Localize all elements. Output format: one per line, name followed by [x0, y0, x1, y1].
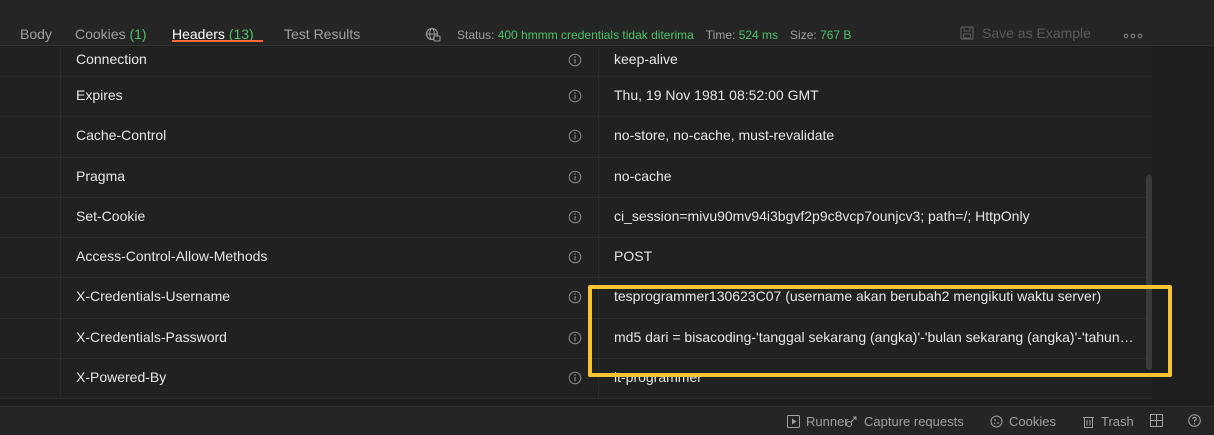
row-gutter — [0, 318, 61, 359]
info-icon[interactable] — [568, 170, 582, 184]
help-button[interactable] — [1188, 414, 1207, 427]
header-value[interactable]: no-cache — [614, 168, 1134, 185]
row-gutter — [0, 157, 61, 197]
postman-response-panel: Body Cookies (1) Headers (13) Test Resul… — [0, 0, 1214, 435]
header-row: X-Credentials-Password md5 dari = bisacod… — [0, 318, 1152, 360]
header-value[interactable]: tesprogrammer130623C07 (username akan be… — [614, 288, 1134, 305]
header-key[interactable]: X-Credentials-Username — [76, 288, 230, 304]
row-gutter — [0, 197, 61, 238]
header-value[interactable]: no-store, no-cache, must-revalidate — [614, 127, 1134, 144]
cookies-button[interactable]: Cookies — [990, 414, 1056, 429]
header-key[interactable]: X-Credentials-Password — [76, 329, 227, 345]
header-key[interactable]: Set-Cookie — [76, 208, 145, 224]
info-icon[interactable] — [568, 129, 582, 143]
column-divider — [598, 197, 599, 238]
row-gutter — [0, 278, 61, 318]
header-key[interactable]: Cache-Control — [76, 127, 166, 143]
more-options-icon[interactable] — [1123, 33, 1143, 39]
tab-test-results[interactable]: Test Results — [284, 26, 360, 42]
column-divider — [598, 157, 599, 197]
info-icon[interactable] — [568, 250, 582, 264]
tab-cookies-label: Cookies — [75, 26, 126, 42]
status-value[interactable]: 400 hmmm credentials tidak diterima — [498, 28, 694, 42]
time-label: Time: — [705, 28, 736, 42]
trash-button[interactable]: Trash — [1082, 414, 1134, 429]
header-value[interactable]: keep-alive — [614, 51, 1134, 68]
info-icon[interactable] — [568, 210, 582, 224]
layout-grid-icon — [1150, 414, 1163, 427]
save-icon — [960, 26, 974, 40]
status-label: Status: — [457, 28, 495, 42]
header-row: Expires Thu, 19 Nov 1981 08:52:00 GMT — [0, 77, 1152, 118]
header-value[interactable]: ci_session=mivu90mv94i3bgvf2p9c8vcp7ounj… — [614, 208, 1134, 225]
response-status-area: Status: 400 hmmm credentials tidak diter… — [425, 27, 851, 43]
trash-icon — [1083, 417, 1094, 428]
header-key[interactable]: Access-Control-Allow-Methods — [76, 248, 267, 264]
cookie-icon — [990, 415, 1003, 428]
info-icon[interactable] — [568, 89, 582, 103]
row-gutter — [0, 359, 61, 399]
header-key[interactable]: Pragma — [76, 168, 125, 184]
help-icon — [1188, 414, 1201, 427]
header-value[interactable]: Thu, 19 Nov 1981 08:52:00 GMT — [614, 87, 1134, 104]
capture-requests-button[interactable]: Capture requests — [845, 414, 964, 429]
column-divider — [598, 47, 599, 76]
column-divider — [598, 278, 599, 318]
tab-cookies-count: (1) — [129, 26, 147, 42]
header-value[interactable]: it-programmer — [614, 369, 1134, 386]
row-gutter — [0, 117, 61, 157]
runner-icon — [787, 415, 800, 428]
layout-toggle-button[interactable] — [1150, 414, 1169, 427]
header-row: Cache-Control no-store, no-cache, must-re… — [0, 117, 1152, 158]
header-key[interactable]: X-Powered-By — [76, 369, 166, 385]
active-tab-indicator — [172, 40, 263, 42]
header-key[interactable]: Connection — [76, 51, 147, 67]
runner-label: Runner — [806, 414, 849, 429]
capture-icon — [846, 416, 857, 427]
tab-body[interactable]: Body — [20, 26, 52, 42]
cookies-label: Cookies — [1009, 414, 1056, 429]
header-row: X-Powered-By it-programmer — [0, 359, 1152, 400]
header-row: Access-Control-Allow-Methods POST — [0, 238, 1152, 279]
info-icon[interactable] — [568, 331, 582, 345]
column-divider — [598, 238, 599, 278]
info-icon[interactable] — [568, 53, 582, 67]
trash-label: Trash — [1101, 414, 1134, 429]
response-tab-bar: Body Cookies (1) Headers (13) Test Resul… — [0, 0, 1214, 46]
header-row: Set-Cookie ci_session=mivu90mv94i3bgvf2p9… — [0, 197, 1152, 239]
save-as-example-button[interactable]: Save as Example — [960, 25, 1091, 41]
header-value[interactable]: POST — [614, 248, 1134, 265]
save-as-example-label: Save as Example — [982, 25, 1091, 41]
runner-button[interactable]: Runner — [787, 414, 849, 429]
bottom-status-bar: Runner Capture requests Cookies Trash — [0, 406, 1214, 435]
capture-requests-label: Capture requests — [864, 414, 964, 429]
column-divider — [598, 77, 599, 117]
time-value[interactable]: 524 ms — [739, 28, 778, 42]
header-row: Pragma no-cache — [0, 157, 1152, 198]
info-icon[interactable] — [568, 371, 582, 385]
tab-cookies[interactable]: Cookies (1) — [75, 26, 147, 42]
row-gutter — [0, 77, 61, 117]
column-divider — [598, 318, 599, 359]
column-divider — [598, 117, 599, 157]
header-value[interactable]: md5 dari = bisacoding-'tanggal sekarang … — [614, 329, 1134, 346]
size-label: Size: — [790, 28, 817, 42]
row-gutter — [0, 238, 61, 278]
info-icon[interactable] — [568, 290, 582, 304]
header-row: Connection keep-alive — [0, 47, 1152, 77]
size-value[interactable]: 767 B — [820, 28, 851, 42]
header-key[interactable]: Expires — [76, 87, 123, 103]
column-divider — [598, 359, 599, 399]
network-globe-icon[interactable] — [425, 27, 441, 43]
headers-table: Connection keep-alive Expires Thu, 19 Nov 1… — [0, 47, 1152, 400]
row-gutter — [0, 47, 61, 76]
vertical-scrollbar[interactable] — [1146, 175, 1152, 370]
header-row: X-Credentials-Username tesprogrammer13062… — [0, 278, 1152, 319]
